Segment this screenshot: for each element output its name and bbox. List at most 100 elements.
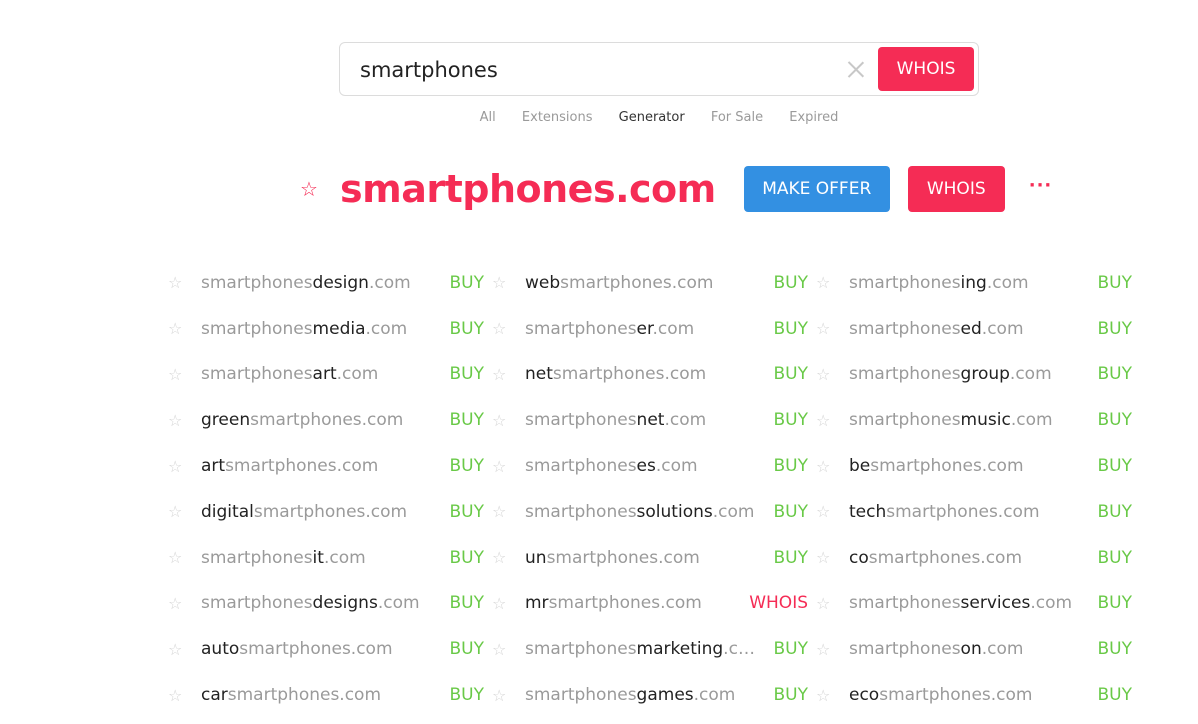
domain-name[interactable]: smartphoneson.com	[849, 639, 1084, 659]
tab-all[interactable]: All	[480, 110, 496, 125]
buy-link[interactable]: BUY	[760, 273, 809, 293]
domain-name[interactable]: smartphonesnet.com	[525, 410, 760, 430]
star-icon[interactable]: ☆	[816, 319, 849, 338]
domain-name[interactable]: unsmartphones.com	[525, 548, 760, 568]
buy-link[interactable]: BUY	[760, 319, 809, 339]
star-icon[interactable]: ☆	[492, 640, 525, 659]
buy-link[interactable]: BUY	[436, 273, 485, 293]
search-whois-button[interactable]: WHOIS	[878, 47, 974, 91]
buy-link[interactable]: BUY	[436, 456, 485, 476]
make-offer-button[interactable]: MAKE OFFER	[743, 166, 890, 212]
star-icon[interactable]: ☆	[492, 548, 525, 567]
star-icon[interactable]: ☆	[168, 594, 201, 613]
buy-link[interactable]: BUY	[760, 456, 809, 476]
domain-name[interactable]: smartphonesmedia.com	[201, 319, 436, 339]
star-icon[interactable]: ☆	[492, 594, 525, 613]
whois-button[interactable]: WHOIS	[907, 166, 1005, 212]
domain-name[interactable]: smartphonessolutions.com	[525, 502, 760, 522]
domain-name[interactable]: carsmartphones.com	[201, 685, 436, 705]
domain-name[interactable]: smartphonesmarketing.com	[525, 639, 760, 659]
buy-link[interactable]: BUY	[1084, 639, 1133, 659]
domain-name[interactable]: greensmartphones.com	[201, 410, 436, 430]
domain-name[interactable]: smartphonesgroup.com	[849, 364, 1084, 384]
buy-link[interactable]: BUY	[1084, 593, 1133, 613]
buy-link[interactable]: BUY	[436, 502, 485, 522]
domain-name[interactable]: artsmartphones.com	[201, 456, 436, 476]
buy-link[interactable]: BUY	[760, 502, 809, 522]
star-icon[interactable]: ☆	[816, 686, 849, 705]
buy-link[interactable]: BUY	[1084, 456, 1133, 476]
star-icon[interactable]: ☆	[300, 177, 340, 201]
more-options-icon[interactable]: ···	[1029, 175, 1053, 196]
buy-link[interactable]: BUY	[1084, 685, 1133, 705]
star-icon[interactable]: ☆	[168, 640, 201, 659]
star-icon[interactable]: ☆	[492, 502, 525, 521]
buy-link[interactable]: BUY	[1084, 364, 1133, 384]
star-icon[interactable]: ☆	[816, 273, 849, 292]
domain-name[interactable]: autosmartphones.com	[201, 639, 436, 659]
star-icon[interactable]: ☆	[492, 686, 525, 705]
domain-name[interactable]: smartphonesmusic.com	[849, 410, 1084, 430]
buy-link[interactable]: BUY	[436, 319, 485, 339]
star-icon[interactable]: ☆	[816, 640, 849, 659]
domain-name[interactable]: smartphoneser.com	[525, 319, 760, 339]
buy-link[interactable]: BUY	[760, 639, 809, 659]
domain-name[interactable]: mrsmartphones.com	[525, 593, 760, 613]
search-input[interactable]	[360, 53, 830, 87]
buy-link[interactable]: BUY	[1084, 548, 1133, 568]
star-icon[interactable]: ☆	[168, 686, 201, 705]
star-icon[interactable]: ☆	[492, 457, 525, 476]
star-icon[interactable]: ☆	[492, 411, 525, 430]
buy-link[interactable]: BUY	[436, 685, 485, 705]
buy-link[interactable]: BUY	[1084, 319, 1133, 339]
star-icon[interactable]: ☆	[168, 319, 201, 338]
star-icon[interactable]: ☆	[816, 502, 849, 521]
domain-name[interactable]: besmartphones.com	[849, 456, 1084, 476]
domain-name[interactable]: smartphonesgames.com	[525, 685, 760, 705]
domain-name[interactable]: smartphonesing.com	[849, 273, 1084, 293]
whois-link[interactable]: WHOIS	[748, 593, 808, 613]
domain-name[interactable]: cosmartphones.com	[849, 548, 1084, 568]
domain-name[interactable]: smartphoneses.com	[525, 456, 760, 476]
buy-link[interactable]: BUY	[436, 548, 485, 568]
star-icon[interactable]: ☆	[168, 411, 201, 430]
domain-name[interactable]: digitalsmartphones.com	[201, 502, 436, 522]
buy-link[interactable]: BUY	[1084, 410, 1133, 430]
domain-name[interactable]: netsmartphones.com	[525, 364, 760, 384]
star-icon[interactable]: ☆	[168, 457, 201, 476]
star-icon[interactable]: ☆	[168, 548, 201, 567]
star-icon[interactable]: ☆	[816, 548, 849, 567]
tab-generator[interactable]: Generator	[619, 110, 685, 125]
star-icon[interactable]: ☆	[492, 365, 525, 384]
domain-name[interactable]: smartphonesit.com	[201, 548, 436, 568]
star-icon[interactable]: ☆	[816, 411, 849, 430]
domain-name[interactable]: websmartphones.com	[525, 273, 760, 293]
buy-link[interactable]: BUY	[1084, 502, 1133, 522]
buy-link[interactable]: BUY	[436, 364, 485, 384]
domain-name[interactable]: smartphonesed.com	[849, 319, 1084, 339]
domain-name[interactable]: smartphonesservices.com	[849, 593, 1084, 613]
star-icon[interactable]: ☆	[816, 365, 849, 384]
domain-name[interactable]: techsmartphones.com	[849, 502, 1084, 522]
buy-link[interactable]: BUY	[436, 639, 485, 659]
buy-link[interactable]: BUY	[760, 685, 809, 705]
star-icon[interactable]: ☆	[816, 457, 849, 476]
buy-link[interactable]: BUY	[436, 410, 485, 430]
star-icon[interactable]: ☆	[168, 502, 201, 521]
domain-name[interactable]: ecosmartphones.com	[849, 685, 1084, 705]
domain-name[interactable]: smartphonesdesigns.com	[201, 593, 436, 613]
star-icon[interactable]: ☆	[168, 273, 201, 292]
buy-link[interactable]: BUY	[760, 410, 809, 430]
domain-name[interactable]: smartphonesart.com	[201, 364, 436, 384]
star-icon[interactable]: ☆	[492, 319, 525, 338]
star-icon[interactable]: ☆	[168, 365, 201, 384]
buy-link[interactable]: BUY	[760, 548, 809, 568]
buy-link[interactable]: BUY	[760, 364, 809, 384]
buy-link[interactable]: BUY	[436, 593, 485, 613]
clear-icon[interactable]	[845, 58, 867, 80]
star-icon[interactable]: ☆	[492, 273, 525, 292]
tab-expired[interactable]: Expired	[789, 110, 838, 125]
tab-for-sale[interactable]: For Sale	[711, 110, 763, 125]
buy-link[interactable]: BUY	[1084, 273, 1133, 293]
tab-extensions[interactable]: Extensions	[522, 110, 593, 125]
